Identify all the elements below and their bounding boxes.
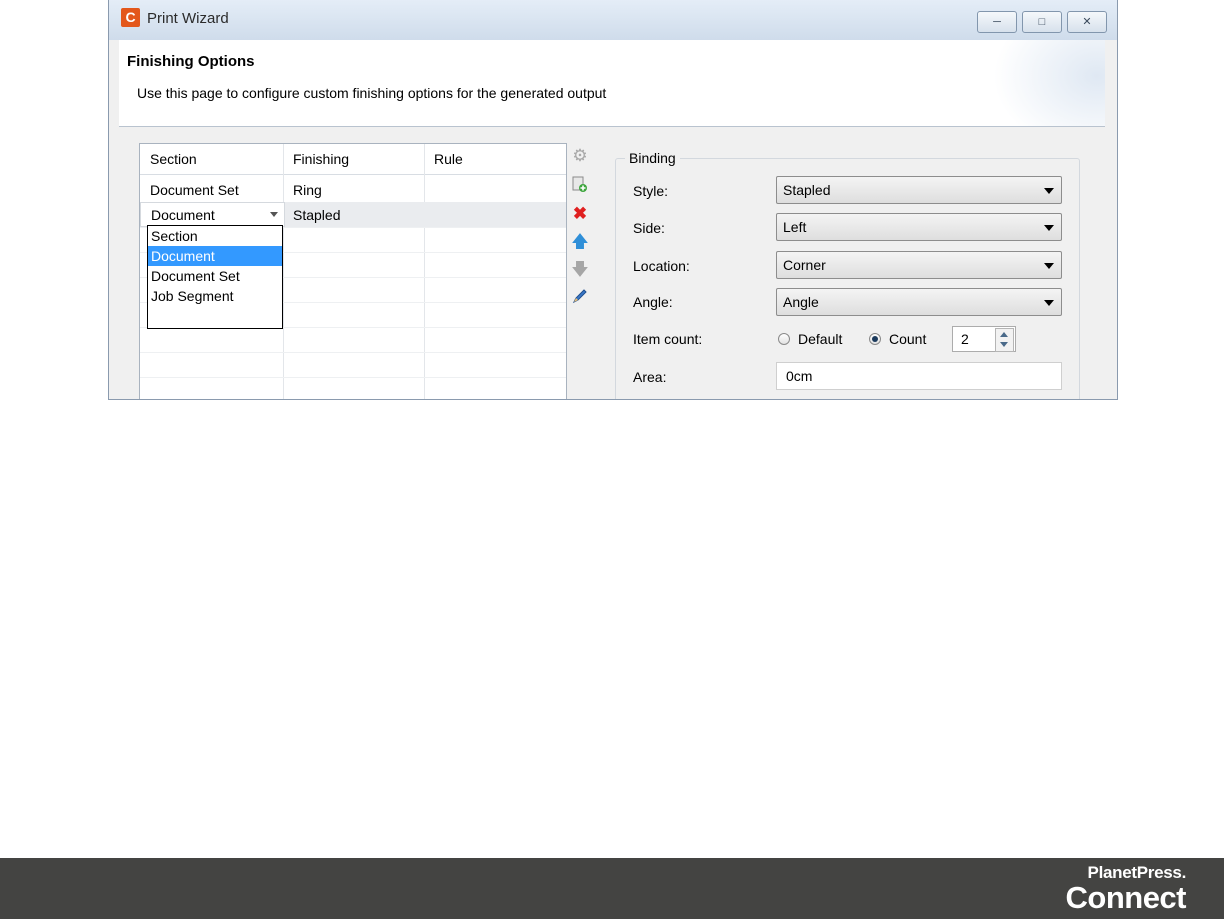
default-radio-label[interactable]: Default bbox=[798, 331, 842, 347]
area-label: Area: bbox=[633, 369, 667, 385]
wizard-header: Finishing Options Use this page to confi… bbox=[119, 40, 1105, 127]
print-wizard-window: C Print Wizard ─ □ ✕ Finishing Options U… bbox=[108, 0, 1118, 400]
chevron-down-icon bbox=[1044, 263, 1054, 269]
column-header-section[interactable]: Section bbox=[140, 144, 283, 174]
cell-finishing: Stapled bbox=[293, 207, 341, 223]
dropdown-option[interactable]: Document Set bbox=[148, 266, 282, 286]
minimize-icon: ─ bbox=[993, 16, 1001, 28]
column-header-finishing[interactable]: Finishing bbox=[283, 144, 424, 174]
cell-finishing: Ring bbox=[293, 182, 322, 198]
restore-icon: □ bbox=[1038, 16, 1046, 28]
page-description: Use this page to configure custom finish… bbox=[137, 85, 607, 101]
location-select[interactable]: Corner bbox=[776, 251, 1062, 279]
count-radio[interactable] bbox=[869, 333, 881, 345]
dropdown-option[interactable]: Job Segment bbox=[148, 286, 282, 306]
increment-icon[interactable] bbox=[1000, 332, 1008, 337]
close-button[interactable]: ✕ bbox=[1067, 11, 1107, 33]
location-value: Corner bbox=[783, 257, 826, 273]
style-value: Stapled bbox=[783, 182, 831, 198]
table-header: Section Finishing Rule bbox=[140, 144, 566, 175]
footer-bar: PlanetPress. Connect bbox=[0, 858, 1224, 919]
column-header-rule[interactable]: Rule bbox=[424, 144, 566, 174]
style-label: Style: bbox=[633, 183, 669, 199]
move-up-icon[interactable]: 🡅 bbox=[569, 231, 591, 253]
dropdown-option-selected[interactable]: Document bbox=[148, 246, 282, 266]
angle-select[interactable]: Angle bbox=[776, 288, 1062, 316]
app-icon: C bbox=[121, 8, 140, 27]
side-select[interactable]: Left bbox=[776, 213, 1062, 241]
table-row[interactable]: Document Set Ring bbox=[140, 177, 566, 203]
count-stepper[interactable]: 2 bbox=[952, 326, 1016, 352]
stepper-buttons[interactable] bbox=[995, 328, 1014, 352]
minimize-button[interactable]: ─ bbox=[977, 11, 1017, 33]
edit-icon[interactable] bbox=[569, 287, 591, 309]
style-select[interactable]: Stapled bbox=[776, 176, 1062, 204]
area-input[interactable]: 0cm bbox=[776, 362, 1062, 390]
section-combo[interactable]: Document bbox=[140, 202, 285, 227]
default-radio[interactable] bbox=[778, 333, 790, 345]
chevron-down-icon bbox=[1044, 188, 1054, 194]
table-row bbox=[140, 377, 566, 399]
settings-icon[interactable]: ⚙ bbox=[569, 145, 591, 167]
add-icon[interactable] bbox=[569, 175, 591, 197]
decrement-icon[interactable] bbox=[1000, 342, 1008, 347]
title-bar: C Print Wizard ─ □ ✕ bbox=[109, 0, 1117, 40]
count-radio-label[interactable]: Count bbox=[889, 331, 926, 347]
move-down-icon[interactable]: 🡇 bbox=[569, 259, 591, 281]
table-row bbox=[140, 327, 566, 353]
count-value: 2 bbox=[961, 331, 969, 347]
cell-rule bbox=[424, 202, 434, 227]
brand-logo-bottom: Connect bbox=[1065, 880, 1187, 915]
area-value: 0cm bbox=[786, 368, 813, 384]
page-title: Finishing Options bbox=[127, 53, 255, 70]
angle-label: Angle: bbox=[633, 294, 673, 310]
cell-rule bbox=[424, 177, 434, 202]
location-label: Location: bbox=[633, 258, 690, 274]
chevron-down-icon bbox=[1044, 300, 1054, 306]
combo-value: Document bbox=[151, 207, 215, 223]
side-value: Left bbox=[783, 219, 807, 235]
angle-value: Angle bbox=[783, 294, 819, 310]
item-count-label: Item count: bbox=[633, 331, 703, 347]
dropdown-option[interactable]: Section bbox=[148, 226, 282, 246]
restore-button[interactable]: □ bbox=[1022, 11, 1062, 33]
binding-group-label: Binding bbox=[625, 150, 680, 166]
window-title: Print Wizard bbox=[147, 10, 229, 27]
section-dropdown-list[interactable]: Section Document Document Set Job Segmen… bbox=[147, 225, 283, 329]
cell-section: Document Set bbox=[150, 182, 239, 198]
chevron-down-icon bbox=[1044, 225, 1054, 231]
chevron-down-icon[interactable] bbox=[270, 212, 278, 217]
close-icon: ✕ bbox=[1082, 16, 1092, 28]
delete-icon[interactable]: ✖ bbox=[569, 203, 591, 225]
table-row bbox=[140, 352, 566, 378]
side-label: Side: bbox=[633, 220, 665, 236]
